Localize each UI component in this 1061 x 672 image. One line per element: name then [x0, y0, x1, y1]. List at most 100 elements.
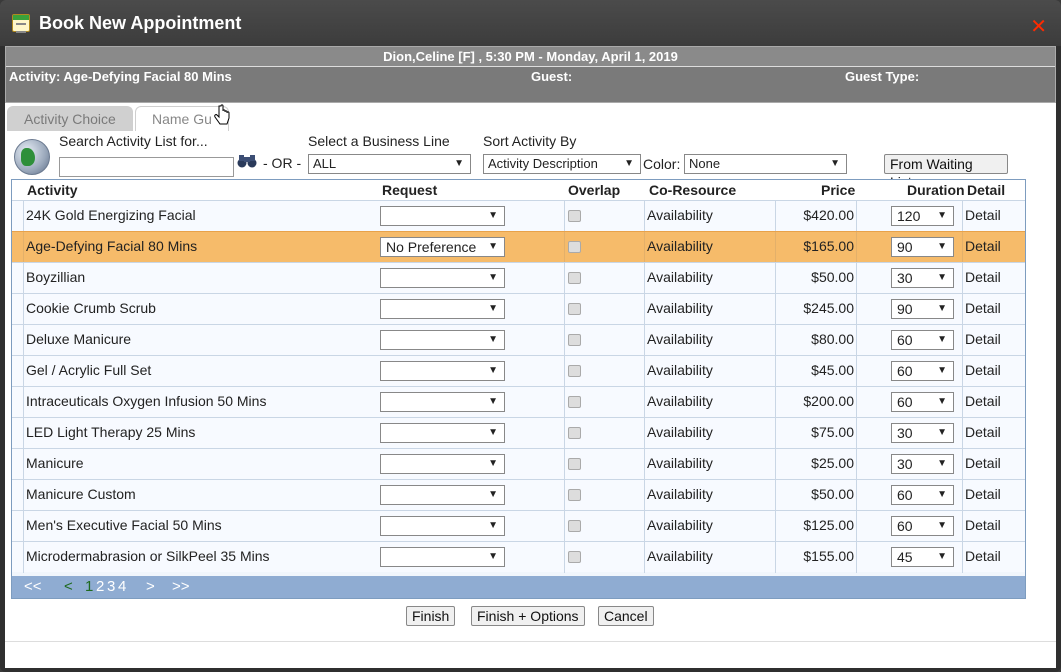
overlap-checkbox[interactable]	[568, 272, 581, 284]
overlap-checkbox[interactable]	[568, 458, 581, 470]
duration-select[interactable]: 60 ▼	[891, 485, 954, 505]
detail-link[interactable]: Detail	[965, 201, 1001, 232]
overlap-checkbox[interactable]	[568, 520, 581, 532]
business-line-select[interactable]: ALL ▼	[308, 154, 471, 174]
table-row[interactable]: Age-Defying Facial 80 Mins No Preference ▼…	[12, 231, 1025, 263]
coresource-availability-link[interactable]: Availability	[647, 542, 713, 573]
from-waiting-list-button[interactable]: From Waiting List...	[884, 154, 1008, 190]
duration-select[interactable]: 90 ▼	[891, 237, 954, 257]
dropdown-arrow-icon: ▼	[488, 241, 498, 252]
finish-button[interactable]: Finish	[406, 606, 456, 626]
table-row[interactable]: Microdermabrasion or SilkPeel 35 Mins ▼ Av…	[12, 541, 1025, 573]
detail-link[interactable]: Detail	[965, 542, 1001, 573]
table-row[interactable]: Gel / Acrylic Full Set ▼ Availability $45.0…	[12, 355, 1025, 387]
request-select[interactable]: ▼	[380, 547, 505, 567]
request-select[interactable]: ▼	[380, 330, 505, 350]
table-row[interactable]: Intraceuticals Oxygen Infusion 50 Mins ▼ A…	[12, 386, 1025, 418]
request-select[interactable]: ▼	[380, 423, 505, 443]
coresource-availability-link[interactable]: Availability	[647, 263, 713, 294]
duration-select[interactable]: 60 ▼	[891, 361, 954, 381]
table-row[interactable]: Manicure ▼ Availability $25.00 30 ▼ Detail	[12, 448, 1025, 480]
detail-link[interactable]: Detail	[965, 387, 1001, 418]
table-row[interactable]: Deluxe Manicure ▼ Availability $80.00 60 ▼ Det…	[12, 324, 1025, 356]
pager-page-4[interactable]: 4	[118, 578, 126, 595]
coresource-availability-link[interactable]: Availability	[647, 325, 713, 356]
coresource-availability-link[interactable]: Availability	[647, 418, 713, 449]
duration-value: 90	[897, 301, 913, 317]
overlap-checkbox[interactable]	[568, 241, 581, 253]
duration-value: 30	[897, 456, 913, 472]
table-row[interactable]: LED Light Therapy 25 Mins ▼ Availability $7…	[12, 417, 1025, 449]
duration-select[interactable]: 30 ▼	[891, 423, 954, 443]
request-select[interactable]: No Preference ▼	[380, 237, 505, 257]
detail-link[interactable]: Detail	[965, 356, 1001, 387]
overlap-checkbox[interactable]	[568, 551, 581, 563]
coresource-availability-link[interactable]: Availability	[647, 232, 713, 263]
request-select[interactable]: ▼	[380, 268, 505, 288]
table-row[interactable]: Cookie Crumb Scrub ▼ Availability $245.00 90…	[12, 293, 1025, 325]
table-row[interactable]: Boyzillian ▼ Availability $50.00 30 ▼ Detail	[12, 262, 1025, 294]
pager-next[interactable]: >	[146, 578, 155, 595]
color-select[interactable]: None ▼	[684, 154, 847, 174]
detail-link[interactable]: Detail	[965, 480, 1001, 511]
overlap-checkbox[interactable]	[568, 210, 581, 222]
duration-select[interactable]: 60 ▼	[891, 330, 954, 350]
duration-select[interactable]: 120 ▼	[891, 206, 954, 226]
tab-activity-choice[interactable]: Activity Choice	[7, 106, 133, 131]
detail-link[interactable]: Detail	[965, 511, 1001, 542]
cancel-button[interactable]: Cancel	[598, 606, 654, 626]
overlap-checkbox[interactable]	[568, 489, 581, 501]
overlap-checkbox[interactable]	[568, 365, 581, 377]
duration-select[interactable]: 60 ▼	[891, 392, 954, 412]
globe-search-icon[interactable]	[14, 139, 50, 175]
request-select[interactable]: ▼	[380, 299, 505, 319]
request-select[interactable]: ▼	[380, 392, 505, 412]
table-row[interactable]: Men's Executive Facial 50 Mins ▼ Availabil…	[12, 510, 1025, 542]
pager-page-3[interactable]: 3	[107, 578, 115, 595]
overlap-checkbox[interactable]	[568, 427, 581, 439]
coresource-availability-link[interactable]: Availability	[647, 511, 713, 542]
pager-first[interactable]: <<	[24, 578, 42, 595]
request-select[interactable]: ▼	[380, 454, 505, 474]
overlap-checkbox[interactable]	[568, 303, 581, 315]
request-select[interactable]: ▼	[380, 206, 505, 226]
request-select[interactable]: ▼	[380, 485, 505, 505]
dropdown-arrow-icon: ▼	[937, 365, 947, 376]
column-divider	[962, 232, 963, 263]
overlap-checkbox[interactable]	[568, 396, 581, 408]
sort-select[interactable]: Activity Description ▼	[483, 154, 641, 174]
duration-select[interactable]: 30 ▼	[891, 268, 954, 288]
duration-select[interactable]: 30 ▼	[891, 454, 954, 474]
finish-options-button[interactable]: Finish + Options	[471, 606, 585, 626]
coresource-availability-link[interactable]: Availability	[647, 449, 713, 480]
row-activity-name: Microdermabrasion or SilkPeel 35 Mins	[26, 548, 270, 564]
column-divider	[856, 263, 857, 294]
coresource-availability-link[interactable]: Availability	[647, 294, 713, 325]
request-select[interactable]: ▼	[380, 361, 505, 381]
detail-link[interactable]: Detail	[965, 263, 1001, 294]
column-divider	[564, 480, 565, 511]
coresource-availability-link[interactable]: Availability	[647, 201, 713, 232]
table-row[interactable]: Manicure Custom ▼ Availability $50.00 60 ▼ Det…	[12, 479, 1025, 511]
request-select[interactable]: ▼	[380, 516, 505, 536]
coresource-availability-link[interactable]: Availability	[647, 480, 713, 511]
coresource-availability-link[interactable]: Availability	[647, 387, 713, 418]
close-icon[interactable]: ✕	[1030, 14, 1047, 39]
detail-link[interactable]: Detail	[965, 325, 1001, 356]
binoculars-icon[interactable]	[237, 154, 257, 168]
duration-value: 60	[897, 363, 913, 379]
duration-select[interactable]: 60 ▼	[891, 516, 954, 536]
coresource-availability-link[interactable]: Availability	[647, 356, 713, 387]
detail-link[interactable]: Detail	[965, 232, 1001, 263]
detail-link[interactable]: Detail	[965, 418, 1001, 449]
overlap-checkbox[interactable]	[568, 334, 581, 346]
pager-page-2[interactable]: 2	[96, 578, 104, 595]
detail-link[interactable]: Detail	[965, 449, 1001, 480]
search-input[interactable]	[59, 157, 234, 177]
pager-last[interactable]: >>	[172, 578, 190, 595]
duration-select[interactable]: 90 ▼	[891, 299, 954, 319]
detail-link[interactable]: Detail	[965, 294, 1001, 325]
table-row[interactable]: 24K Gold Energizing Facial ▼ Availability $…	[12, 200, 1025, 232]
duration-select[interactable]: 45 ▼	[891, 547, 954, 567]
pager-prev[interactable]: <	[64, 578, 73, 595]
